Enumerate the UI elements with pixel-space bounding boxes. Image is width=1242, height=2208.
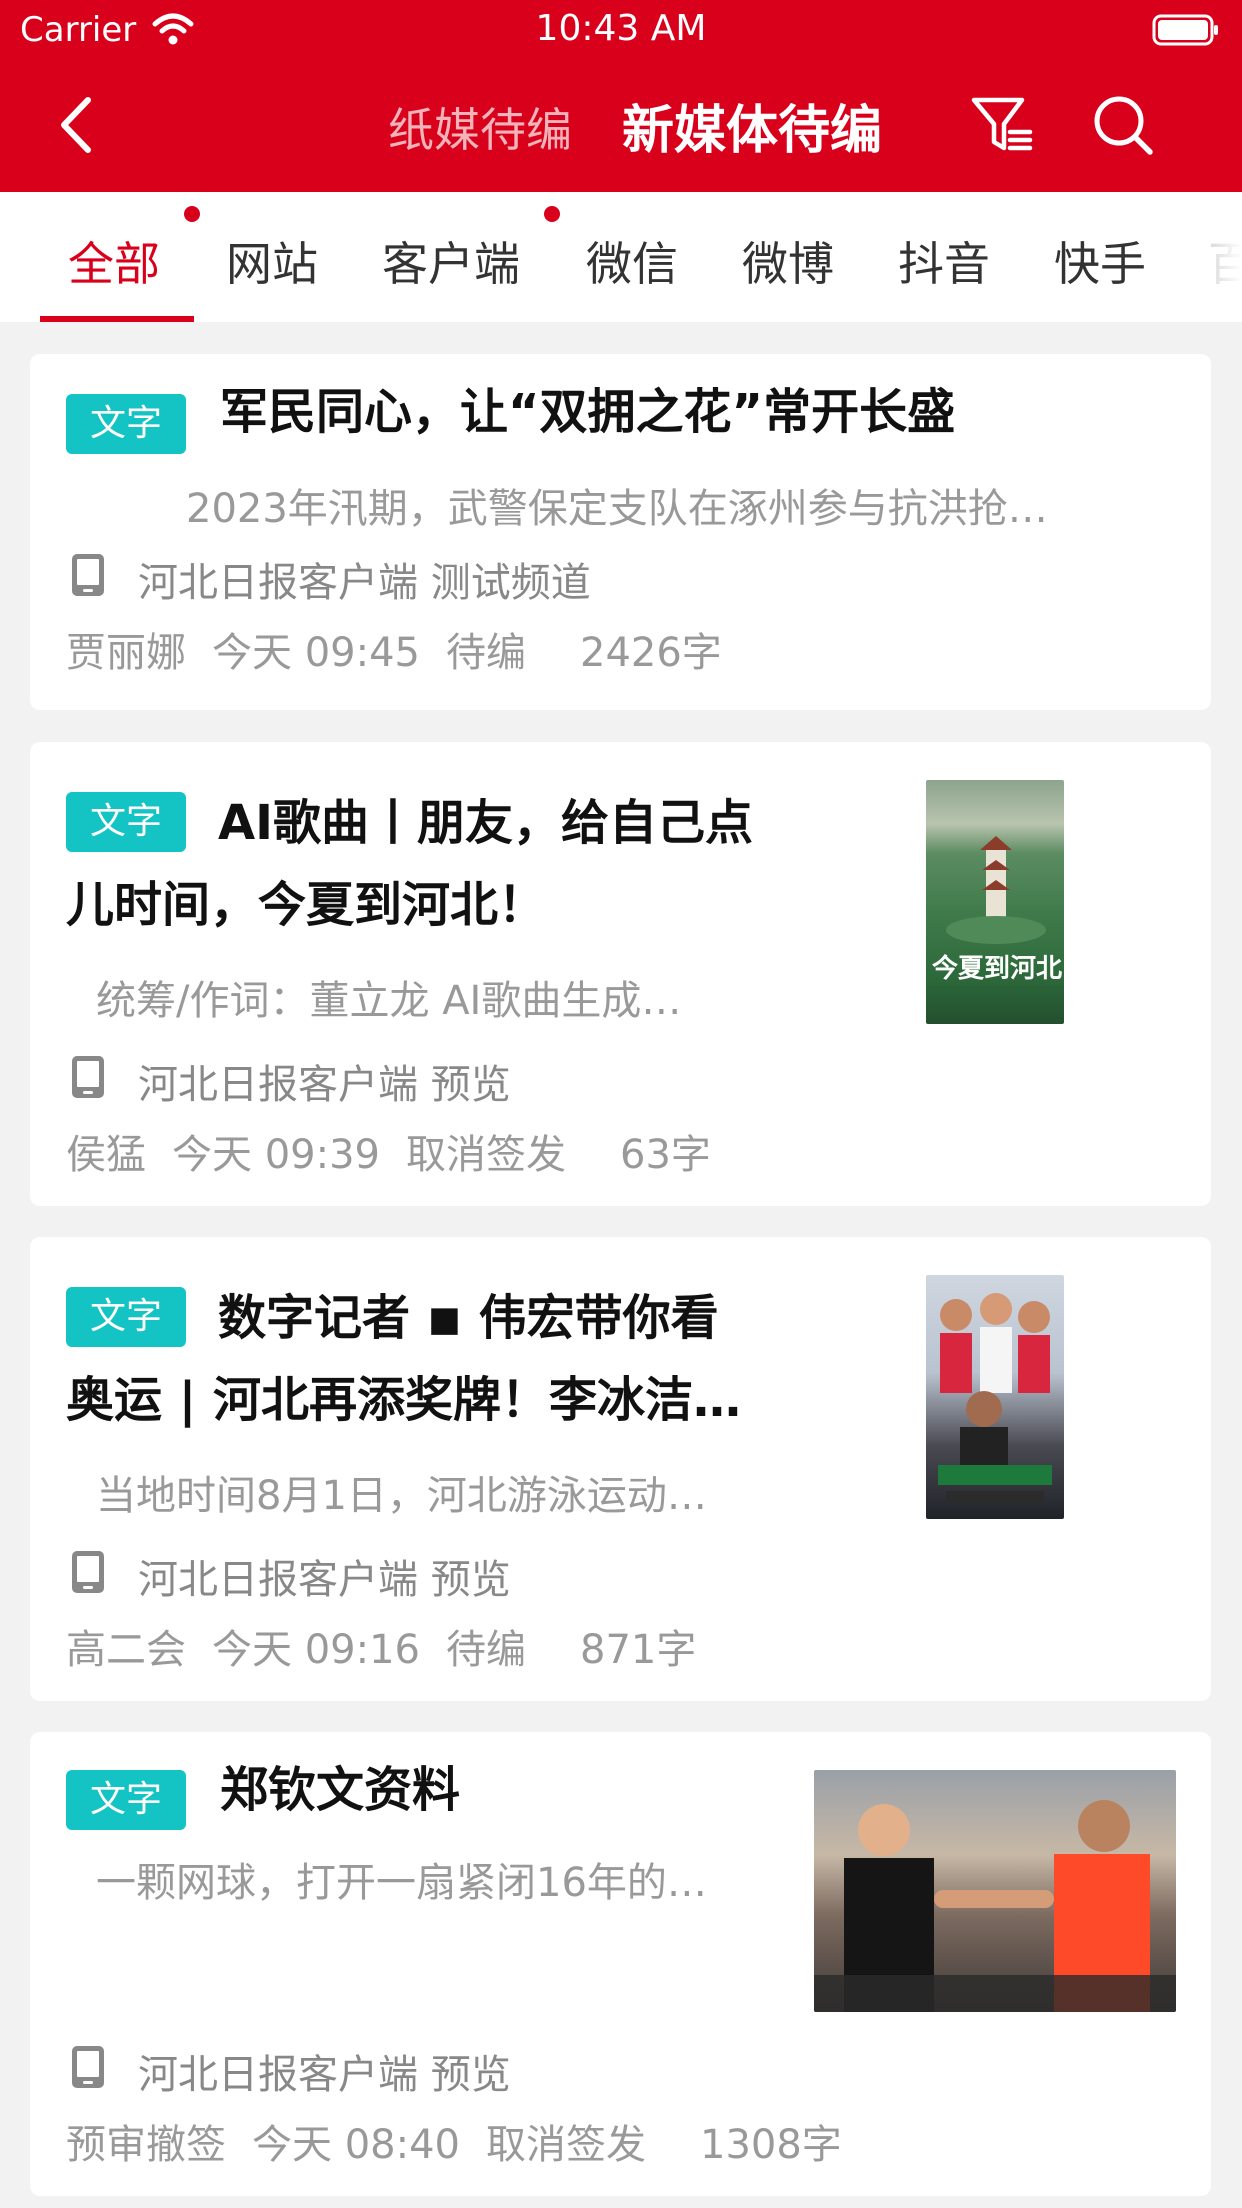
battery-icon xyxy=(1152,14,1218,46)
article-title: AI歌曲丨朋友，给自己点 儿时间，今夏到河北！ xyxy=(66,782,826,946)
article-thumbnail xyxy=(814,1770,1176,2012)
article-card[interactable]: 文字 军民同心，让“双拥之花”常开长盛 2023年汛期，武警保定支队在涿州参与抗… xyxy=(30,354,1211,710)
tab-new-media-pending[interactable]: 新媒体待编 xyxy=(622,88,882,163)
status-time: 10:43 AM xyxy=(535,8,707,49)
top-header: Carrier 10:43 AM 纸媒待编 新媒体待编 xyxy=(0,0,1242,192)
type-badge: 文字 xyxy=(66,394,186,454)
back-chevron-icon[interactable] xyxy=(48,90,108,160)
channel-tab-bar: 全部 网站 客户端 微信 微博 抖音 快手 百 xyxy=(0,192,1242,322)
title-line: AI歌曲丨朋友，给自己点 xyxy=(218,795,754,851)
word-count: 871字 xyxy=(580,1627,697,1673)
article-title: 郑钦文资料 xyxy=(220,1762,461,1818)
article-title: 数字记者 ◾ 伟宏带你看 奥运 | 河北再添奖牌！李冰洁… xyxy=(66,1277,856,1441)
active-tab-indicator xyxy=(40,316,194,322)
tab-fade-overlay xyxy=(1182,192,1242,322)
tab-client[interactable]: 客户端 xyxy=(382,228,520,294)
unread-dot xyxy=(544,206,560,222)
tennis-players-photo xyxy=(814,1800,1176,2012)
article-summary: 2023年汛期，武警保定支队在涿州参与抗洪抢… xyxy=(186,486,1048,532)
time: 今天 09:16 xyxy=(212,1627,420,1673)
title-line: 儿时间，今夏到河北！ xyxy=(66,877,547,933)
thumbnail-caption: 今夏到河北 xyxy=(932,954,1063,984)
article-meta: 贾丽娜 今天 09:45 待编 2426字 xyxy=(66,620,748,678)
publish-channel: 河北日报客户端 预览 xyxy=(138,1062,511,1108)
word-count: 2426字 xyxy=(580,630,722,676)
word-count: 63字 xyxy=(620,1132,711,1178)
mobile-device-icon xyxy=(72,1551,104,1593)
tab-wechat[interactable]: 微信 xyxy=(586,228,678,294)
article-meta: 高二会 今天 09:16 待编 871字 xyxy=(66,1617,722,1675)
time: 今天 09:39 xyxy=(172,1132,380,1178)
publish-channel: 河北日报客户端 预览 xyxy=(138,2052,511,2098)
article-thumbnail xyxy=(926,1275,1064,1519)
tab-paper-pending[interactable]: 纸媒待编 xyxy=(388,94,572,160)
status: 待编 xyxy=(446,630,526,676)
article-card[interactable]: 文字 数字记者 ◾ 伟宏带你看 奥运 | 河北再添奖牌！李冰洁… 当地时间8月1… xyxy=(30,1237,1211,1701)
mobile-device-icon xyxy=(72,554,104,596)
tab-all[interactable]: 全部 xyxy=(68,228,160,294)
athletes-photo xyxy=(938,1293,1052,1503)
article-title: 军民同心，让“双拥之花”常开长盛 xyxy=(220,384,956,440)
pagoda-illustration xyxy=(946,836,1046,944)
article-summary: 一颗网球，打开一扇紧闭16年的… xyxy=(96,1860,707,1906)
publish-channel: 河北日报客户端 测试频道 xyxy=(138,560,591,606)
title-line: 数字记者 ◾ 伟宏带你看 xyxy=(218,1290,719,1346)
article-card[interactable]: 文字 AI歌曲丨朋友，给自己点 儿时间，今夏到河北！ 统筹/作词：董立龙 AI歌… xyxy=(30,742,1211,1206)
article-meta: 预审撤签 今天 08:40 取消签发 1308字 xyxy=(66,2112,868,2170)
filter-icon[interactable] xyxy=(970,94,1036,156)
article-summary: 当地时间8月1日，河北游泳运动… xyxy=(96,1473,707,1519)
author: 贾丽娜 xyxy=(66,630,186,676)
status: 待编 xyxy=(446,1627,526,1673)
author: 侯猛 xyxy=(66,1132,146,1178)
time: 今天 08:40 xyxy=(252,2122,460,2168)
article-summary: 统筹/作词：董立龙 AI歌曲生成… xyxy=(96,978,682,1024)
unread-dot xyxy=(184,206,200,222)
title-line: 奥运 | 河北再添奖牌！李冰洁… xyxy=(66,1372,741,1428)
article-meta: 侯猛 今天 09:39 取消签发 63字 xyxy=(66,1122,737,1180)
search-icon[interactable] xyxy=(1090,92,1156,158)
tab-website[interactable]: 网站 xyxy=(226,228,318,294)
status: 取消签发 xyxy=(406,1132,566,1178)
article-thumbnail: 今夏到河北 xyxy=(926,780,1064,1024)
author: 高二会 xyxy=(66,1627,186,1673)
status: 取消签发 xyxy=(486,2122,646,2168)
author: 预审撤签 xyxy=(66,2122,226,2168)
word-count: 1308字 xyxy=(700,2122,842,2168)
tab-kuaishou[interactable]: 快手 xyxy=(1054,228,1146,294)
article-card[interactable]: 文字 郑钦文资料 一颗网球，打开一扇紧闭16年的… 河北日报客户端 预览 预审撤… xyxy=(30,1732,1211,2196)
tab-weibo[interactable]: 微博 xyxy=(742,228,834,294)
mobile-device-icon xyxy=(72,2046,104,2088)
publish-channel: 河北日报客户端 预览 xyxy=(138,1557,511,1603)
mobile-device-icon xyxy=(72,1056,104,1098)
type-badge: 文字 xyxy=(66,1770,186,1830)
tab-douyin[interactable]: 抖音 xyxy=(898,228,990,294)
time: 今天 09:45 xyxy=(212,630,420,676)
